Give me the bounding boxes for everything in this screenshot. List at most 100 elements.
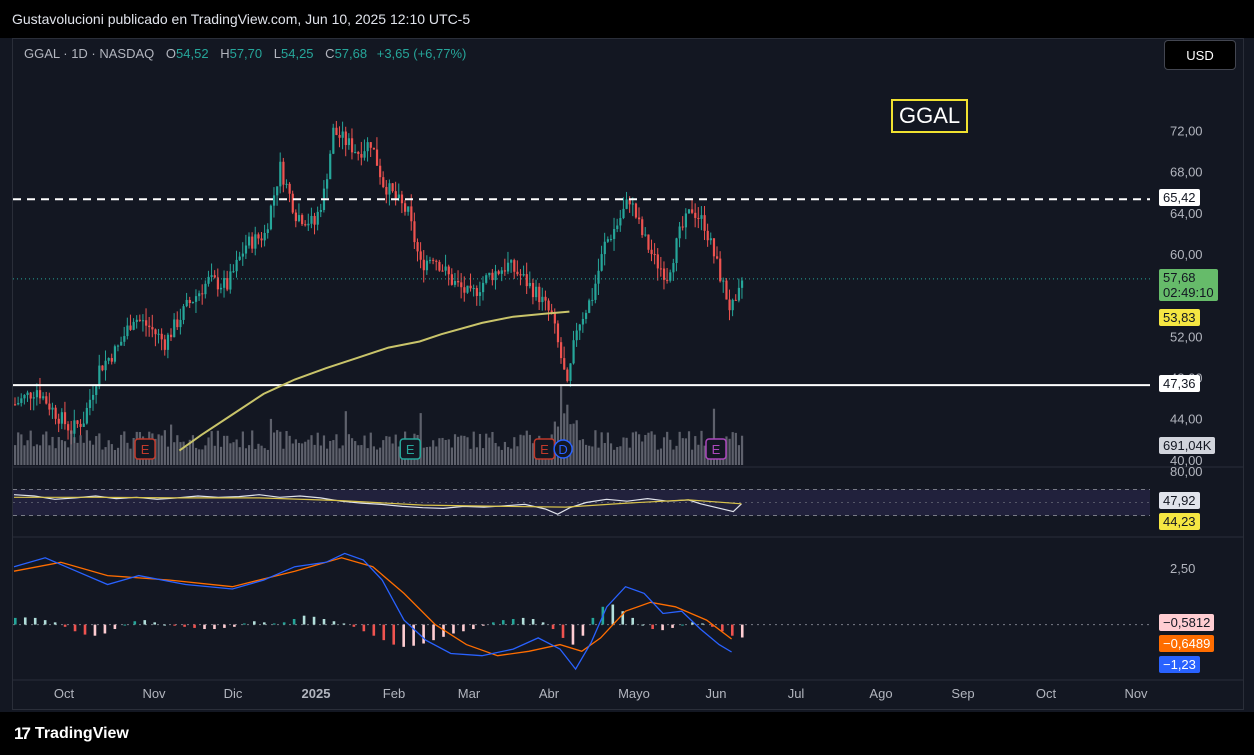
candle [226, 278, 229, 290]
symbol-label: GGAL · 1D · NASDAQ [24, 46, 155, 61]
volume-bar [282, 448, 285, 465]
candle [538, 286, 541, 303]
candle [223, 278, 226, 288]
volume-bar [42, 434, 45, 465]
time-tick-label: Oct [1036, 686, 1057, 701]
macd-histogram-bar [511, 619, 515, 625]
candle [572, 340, 575, 364]
candle [182, 306, 185, 320]
volume-bar [95, 436, 98, 465]
volume-bar [160, 435, 163, 465]
candle [135, 319, 138, 322]
candle [288, 183, 291, 194]
event-marker-earnings-past: E [399, 438, 421, 460]
candle [662, 268, 666, 280]
price-chart[interactable]: 72,0068,0064,0060,0052,0048,0044,0040,00… [0, 0, 1254, 755]
candle [73, 420, 76, 434]
macd-histogram-bar [721, 624, 724, 632]
macd-histogram-bar [282, 622, 286, 625]
candle [472, 288, 475, 290]
volume-bar [332, 440, 335, 465]
high-label: H [220, 46, 230, 61]
volume-bar [363, 435, 366, 465]
volume-bar [700, 430, 703, 465]
close-value: 57,68 [334, 46, 368, 61]
candle [641, 219, 644, 236]
candle [681, 226, 684, 228]
volume-bar [594, 430, 597, 465]
candle [82, 423, 85, 427]
macd-histogram-bar [23, 617, 27, 625]
ma-value-tag: 53,83 [1159, 309, 1200, 327]
volume-value-tag: 691,04K [1159, 437, 1216, 454]
candle [734, 299, 737, 301]
candle [29, 392, 32, 399]
candle [478, 292, 482, 296]
volume-bar [606, 432, 609, 465]
chart-text-label[interactable]: GGAL [891, 99, 969, 133]
candle [319, 209, 322, 212]
currency-button[interactable]: USD [1164, 40, 1236, 70]
macd-histogram-bar [312, 616, 316, 625]
volume-bar [622, 437, 625, 465]
candle [179, 319, 182, 328]
macd-histogram-bar [63, 624, 67, 627]
tradingview-logo[interactable]: 17 TradingView [14, 724, 129, 744]
candle [516, 271, 519, 275]
volume-bar [366, 448, 369, 465]
candle [731, 299, 734, 311]
volume-bar [241, 431, 244, 465]
candle [410, 206, 413, 222]
volume-bar [88, 440, 92, 465]
volume-bar [662, 437, 666, 465]
candle [463, 287, 466, 293]
volume-bar [310, 435, 313, 465]
last-price-tag: 57,68 02:49:10 [1159, 268, 1218, 301]
candle [76, 420, 79, 424]
price-tick-label: 64,00 [1170, 206, 1203, 221]
macd-histogram-bar [402, 624, 405, 647]
macd-histogram-bar [173, 624, 176, 626]
candle [616, 225, 619, 230]
volume-bar [17, 432, 20, 465]
candle [347, 138, 351, 146]
macd-histogram-bar [731, 624, 734, 636]
candle [394, 191, 397, 199]
candle [488, 272, 491, 276]
candle [709, 238, 712, 241]
volume-bar [341, 445, 344, 465]
time-tick-label: 2025 [302, 686, 331, 701]
volume-bar [51, 436, 54, 465]
macd-histogram-bar [153, 622, 157, 625]
volume-bar [288, 435, 291, 465]
volume-bar [179, 442, 182, 465]
volume-bar [572, 423, 575, 465]
candles [14, 120, 744, 445]
volume-bar [453, 434, 457, 465]
candle [666, 279, 669, 281]
volume-bar [687, 431, 691, 465]
volume-bar [263, 448, 266, 465]
macd-histogram-bar [272, 623, 276, 625]
volume-bar [584, 444, 588, 465]
macd-histogram-bar [681, 624, 684, 626]
candle [188, 299, 191, 304]
volume-bar [254, 448, 257, 465]
candle [647, 234, 650, 250]
candle [63, 412, 67, 425]
volume-bar [485, 433, 488, 465]
volume-bar [291, 443, 294, 465]
price-tick-label: 52,00 [1170, 329, 1203, 344]
last-price-value: 57,68 [1163, 269, 1196, 285]
candle [120, 341, 123, 346]
candle [625, 199, 628, 209]
candle [313, 215, 316, 225]
volume-bar [213, 445, 216, 465]
price-tick-label: 44,00 [1170, 412, 1203, 427]
candle [407, 206, 410, 212]
volume-bar [173, 442, 176, 465]
candle [609, 238, 613, 240]
candle [541, 296, 544, 303]
volume-bar [488, 437, 491, 465]
volume-bar [294, 439, 297, 465]
